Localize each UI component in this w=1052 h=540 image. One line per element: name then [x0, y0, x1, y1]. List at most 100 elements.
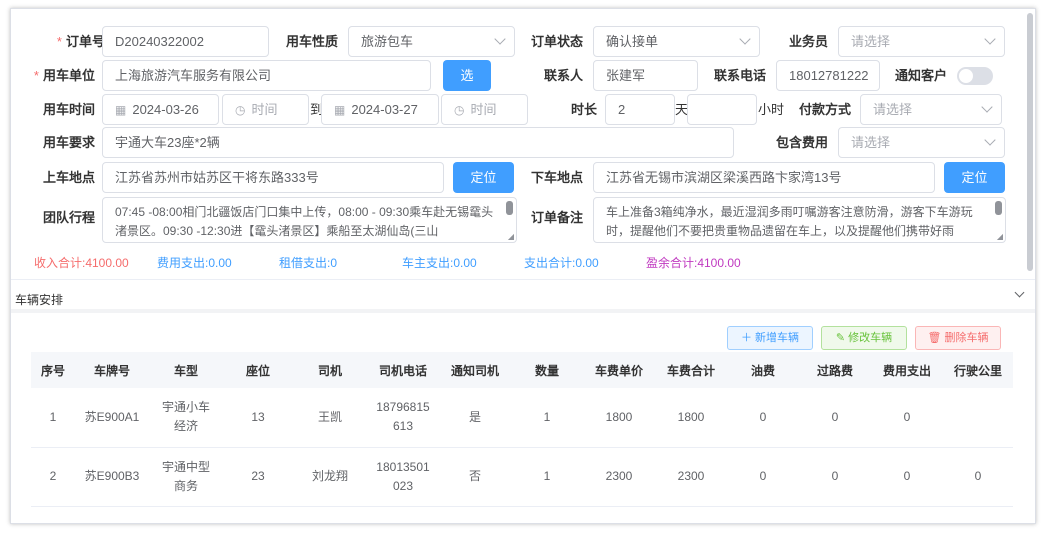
cell-fuel: 0	[727, 447, 799, 507]
usage-type-label: 用车性质	[285, 34, 338, 49]
duration-days-field[interactable]: 2	[605, 94, 675, 125]
cell-expense: 0	[871, 388, 943, 448]
cell-driver: 刘龙翔	[293, 447, 367, 507]
col-header: 车型	[149, 352, 223, 388]
chevron-down-icon	[739, 33, 751, 45]
vehicle-section-title: 车辆安排	[15, 293, 64, 307]
requirement-label: 用车要求	[42, 135, 95, 150]
cell-mileage: 0	[943, 447, 1013, 507]
trash-icon: 🗑	[927, 332, 945, 344]
divider	[11, 279, 1035, 280]
pickup-label: 上车地点	[42, 170, 95, 185]
clock-icon: ◷	[454, 103, 465, 117]
cost-expense: 费用支出:0.00	[157, 256, 232, 270]
edit-icon: ✎	[835, 332, 849, 344]
salesman-select[interactable]: 请选择	[838, 26, 1005, 57]
order-status-select[interactable]: 确认接单	[593, 26, 760, 57]
col-header: 过路费	[799, 352, 871, 388]
start-date-picker[interactable]: ▦ 2024-03-26	[102, 94, 219, 125]
chevron-down-icon	[984, 33, 996, 45]
payment-select[interactable]: 请选择	[860, 94, 1002, 125]
cell-mileage	[943, 388, 1013, 448]
chevron-down-icon	[981, 101, 993, 113]
add-vehicle-button[interactable]: ＋ 新增车辆	[727, 326, 813, 350]
order-no-field[interactable]: D20240322002	[102, 26, 269, 57]
remark-textarea[interactable]: 车上准备3箱纯净水，最近湿润多雨叮嘱游客注意防滑，游客下车游玩时，提醒他们不要把…	[593, 197, 1006, 243]
usage-type-select[interactable]: 旅游包车	[348, 26, 515, 57]
col-header: 司机	[293, 352, 367, 388]
cell-fare-total: 1800	[655, 388, 727, 448]
pickup-field[interactable]: 江苏省苏州市姑苏区干将东路333号	[102, 162, 444, 193]
cell-driver-phone: 18013501023	[367, 447, 439, 507]
cell-toll: 0	[799, 388, 871, 448]
cell-seats: 23	[223, 447, 293, 507]
requirement-field[interactable]: 宇通大车23座*2辆	[102, 127, 734, 158]
company-field[interactable]: 上海旅游汽车服务有限公司	[102, 60, 431, 91]
remark-label: 订单备注	[530, 210, 583, 225]
cell-driver: 王凯	[293, 388, 367, 448]
cell-notify-driver: 否	[439, 447, 511, 507]
vehicle-table: 序号 车牌号 车型 座位 司机 司机电话 通知司机 数量 车费单价 车费合计 油…	[31, 352, 1013, 507]
col-header: 座位	[223, 352, 293, 388]
locate-pickup-button[interactable]: 定位	[453, 162, 514, 193]
table-header-row: 序号 车牌号 车型 座位 司机 司机电话 通知司机 数量 车费单价 车费合计 油…	[31, 352, 1013, 388]
surplus-total: 盈余合计:4100.00	[646, 256, 741, 270]
edit-vehicle-button[interactable]: ✎ 修改车辆	[821, 326, 907, 350]
cell-model: 宇通小车经济	[149, 388, 223, 448]
order-form-window: * 订单号 D20240322002 用车性质 旅游包车 订单状态 确认接单 业务…	[10, 8, 1036, 524]
included-cost-label: 包含费用	[775, 135, 828, 150]
order-status-label: 订单状态	[530, 34, 583, 49]
phone-label: 联系电话	[713, 68, 766, 83]
payment-label: 付款方式	[798, 102, 851, 117]
income-total: 收入合计:4100.00	[34, 256, 129, 270]
delete-vehicle-button[interactable]: 🗑 删除车辆	[915, 326, 1001, 350]
company-label: * 用车单位	[33, 68, 95, 83]
resize-handle-icon[interactable]: ◢	[997, 233, 1003, 241]
chevron-down-icon	[984, 134, 996, 146]
phone-field[interactable]: 18012781222	[776, 60, 880, 91]
end-date-picker[interactable]: ▦ 2024-03-27	[321, 94, 439, 125]
cell-plate: 苏E900A1	[75, 388, 149, 448]
itinerary-textarea[interactable]: 07:45 -08:00相门北疆饭店门口集中上传，08:00 - 09:30乘车…	[102, 197, 517, 243]
toggle-knob	[959, 69, 973, 83]
resize-handle-icon[interactable]: ◢	[508, 233, 514, 241]
rental-expense: 租借支出:0	[279, 256, 338, 270]
usage-time-label: 用车时间	[42, 102, 95, 117]
cell-unit-fare: 2300	[583, 447, 655, 507]
calendar-icon: ▦	[115, 103, 127, 117]
cell-driver-phone: 18796815613	[367, 388, 439, 448]
expense-total: 支出合计:0.00	[524, 256, 599, 270]
col-header: 通知司机	[439, 352, 511, 388]
cell-fuel: 0	[727, 388, 799, 448]
vertical-scrollbar[interactable]	[1027, 13, 1033, 271]
table-row[interactable]: 1 苏E900A1 宇通小车经济 13 王凯 18796815613 是 1 1…	[31, 388, 1013, 448]
cell-fare-total: 2300	[655, 447, 727, 507]
notify-client-toggle[interactable]	[957, 67, 993, 85]
table-row[interactable]: 2 苏E900B3 宇通中型商务 23 刘龙翔 18013501023 否 1 …	[31, 447, 1013, 507]
plus-icon: ＋	[740, 332, 756, 344]
contact-label: 联系人	[543, 68, 583, 83]
cell-notify-driver: 是	[439, 388, 511, 448]
select-company-button[interactable]: 选	[443, 60, 491, 91]
col-header: 车牌号	[75, 352, 149, 388]
dropoff-field[interactable]: 江苏省无锡市滨湖区梁溪西路卞家湾13号	[593, 162, 935, 193]
col-header: 行驶公里	[943, 352, 1013, 388]
calendar-icon: ▦	[334, 103, 346, 117]
owner-expense: 车主支出:0.00	[402, 256, 477, 270]
contact-field[interactable]: 张建军	[593, 60, 698, 91]
end-time-picker[interactable]: ◷ 时间	[441, 94, 528, 125]
cell-expense: 0	[871, 447, 943, 507]
textarea-scrollbar[interactable]	[995, 201, 1002, 215]
chevron-down-icon[interactable]	[1014, 287, 1025, 298]
col-header: 油费	[727, 352, 799, 388]
cell-index: 1	[31, 388, 75, 448]
itinerary-label: 团队行程	[42, 210, 95, 225]
salesman-label: 业务员	[788, 34, 828, 49]
duration-hours-field[interactable]	[687, 94, 757, 125]
chevron-down-icon	[494, 33, 506, 45]
start-time-picker[interactable]: ◷ 时间	[222, 94, 309, 125]
order-no-label: * 订单号	[56, 34, 105, 49]
included-cost-select[interactable]: 请选择	[838, 127, 1005, 158]
locate-dropoff-button[interactable]: 定位	[944, 162, 1005, 193]
cell-quantity: 1	[511, 388, 583, 448]
